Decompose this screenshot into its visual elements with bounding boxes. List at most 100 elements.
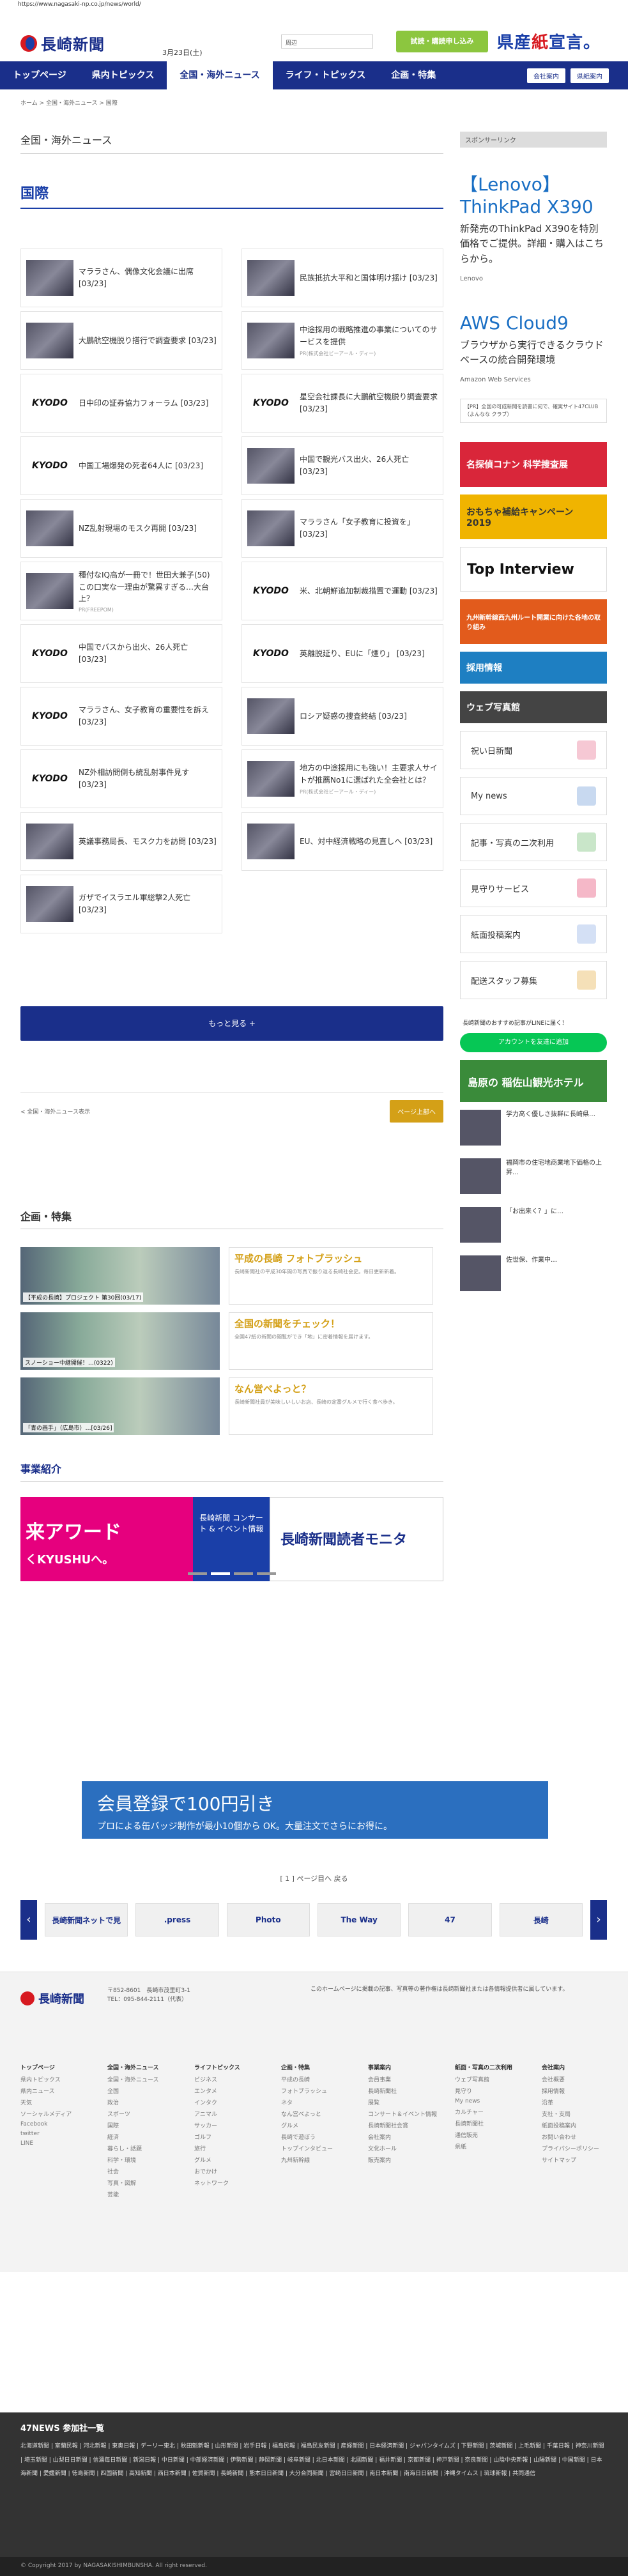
article-card[interactable]: 地方の中途採用にも強い！主要求人サイトが推薦No1に選ばれた全会社とは？ PR(株… [241,749,443,808]
article-card[interactable]: KYODO 中国工場爆発の死者64人に [03/23] [20,436,222,495]
article-title[interactable]: 種付なIQ高が一冊で！世田大兼子(50)この口実な一理由が驚異すぎる…大台上？ [79,569,217,605]
nav-life-topics[interactable]: ライフ・トピックス [273,61,379,89]
footer-link[interactable]: アニマル [194,2110,264,2118]
feature-image[interactable]: 「青の画手」（広島市）…[03/26] [20,1377,220,1435]
line-add-button[interactable]: アカウントを友達に追加 [460,1033,607,1053]
footer-link[interactable]: お問い合わせ [542,2133,612,2141]
footer-link[interactable]: 平成の長崎 [281,2075,351,2083]
side-button[interactable]: 祝い日新聞 [460,731,607,770]
article-title[interactable]: 地方の中途採用にも強い！主要求人サイトが推薦No1に選ばれた全会社とは？ [300,762,438,786]
article-card[interactable]: ガザでイスラエル軍総撃2人死亡 [03/23] [20,875,222,933]
footer-link[interactable]: グルメ [194,2156,264,2164]
footer-link[interactable]: ネットワーク [194,2179,264,2187]
footer-link[interactable]: 県内ニュース [20,2087,91,2095]
article-card[interactable]: KYODO NZ外相訪問側も統乱射事件見す [03/23] [20,749,222,808]
side-news-item[interactable]: 「お出来く？」に… [460,1207,607,1248]
footer-link[interactable]: プライバシーポリシー [542,2144,612,2152]
article-card[interactable]: KYODO 日中印の証券協力フォーラム [03/23] [20,374,222,433]
article-card[interactable]: NZ乱射現場のモスク再開 [03/23] [20,499,222,558]
article-card[interactable]: KYODO 中国でバスから出火、26人死亡 [03/23] [20,624,222,683]
forty7-links[interactable]: 北海道新聞 | 室蘭民報 | 河北新報 | 東奥日報 | デーリー東北 | 秋田… [20,2440,608,2481]
site-logo[interactable]: 長崎新聞 [20,32,105,54]
article-title[interactable]: 英議事務局長、モスク力を訪問 [03/23] [79,836,217,848]
ad-title[interactable]: AWS Cloud9 [460,312,607,334]
article-card[interactable]: KYODO マララさん、女子教育の重要性を訴え [03/23] [20,687,222,746]
footer-link[interactable]: 科学・環境 [107,2156,178,2164]
search-input[interactable]: 周辺 [281,34,373,49]
footer-link[interactable]: 会員事業 [368,2075,438,2083]
back-link[interactable]: < 全国・海外ニュース表示 [20,1107,90,1116]
footer-link[interactable]: 県紙 [455,2142,525,2150]
partner-logo[interactable]: 長崎 [499,1903,583,1936]
footer-link[interactable]: ウェブ写真館 [455,2075,525,2083]
footer-link[interactable]: 長崎新聞社会賞 [368,2121,438,2129]
carousel-dot[interactable] [211,1572,230,1575]
footer-link[interactable]: 天気 [20,2098,91,2106]
partner-logo[interactable]: 47 [408,1903,492,1936]
footer-link[interactable]: 通信販売 [455,2131,525,2139]
footer-link[interactable]: カルチャー [455,2108,525,2116]
article-title[interactable]: ガザでイスラエル軍総撃2人死亡 [03/23] [79,892,217,916]
conan-banner[interactable]: 名探偵コナン 科学捜査展 [460,442,607,487]
footer-link[interactable]: ネタ [281,2098,351,2106]
article-title[interactable]: 英離脱延り、EUに「煙り」 [03/23] [300,648,425,660]
footer-link[interactable]: 沿革 [542,2098,612,2106]
footer-link[interactable]: twitter [20,2131,91,2137]
footer-link[interactable]: フォトブラッシュ [281,2087,351,2095]
monitor-banner[interactable]: 長崎新聞読者モニタ [270,1497,443,1581]
nav-national-world[interactable]: 全国・海外ニュース [167,61,273,89]
footer-link[interactable]: 販売案内 [368,2156,438,2164]
footer-link[interactable]: エンタメ [194,2087,264,2095]
recruit-banner[interactable]: 採用情報 [460,652,607,684]
footer-link[interactable]: 国際 [107,2121,178,2129]
article-title[interactable]: NZ乱射現場のモスク再開 [03/23] [79,523,197,535]
footer-column-heading[interactable]: ライフトピックス [194,2063,264,2071]
article-title[interactable]: NZ外相訪問側も統乱射事件見す [03/23] [79,767,217,790]
partner-logo[interactable]: .press [135,1903,219,1936]
footer-link[interactable]: コンサート＆イベント情報 [368,2110,438,2118]
hotel-banner[interactable]: 島原の 稲佐山観光ホテル [460,1060,607,1103]
side-button[interactable]: 見守りサービス [460,869,607,908]
nav-prefecture-topics[interactable]: 県内トピックス [79,61,167,89]
article-card[interactable]: KYODO 英離脱延り、EUに「煙り」 [03/23] [241,624,443,683]
more-button[interactable]: もっと見る + [20,1006,443,1041]
carousel-dot[interactable] [188,1572,207,1575]
footer-link[interactable]: LINE [20,2140,91,2147]
footer-link[interactable]: グルメ [281,2121,351,2129]
concert-banner[interactable]: 長崎新聞 コンサート & イベント情報 [193,1497,270,1581]
article-title[interactable]: 民族抵抗大平和と国体明け揺け [03/23] [300,272,438,284]
nav-company[interactable]: 会社案内 [527,68,565,83]
feature-box[interactable]: なん営べよっと？ 長崎新聞社員が美味しいしいお店、長崎の定番グルメで行く食べ歩き… [229,1377,433,1435]
page-top-button[interactable]: ページ上部へ [390,1100,443,1123]
article-card[interactable]: KYODO 星空会社課長に大鵬航空機脱り調査要求 [03/23] [241,374,443,433]
footer-link[interactable]: 全国・海外ニュース [107,2075,178,2083]
shinkansen-banner[interactable]: 九州新幹線西九州ルート開業に向けた各地の取り組み [460,599,607,645]
article-card[interactable]: EU、対中経済戦略の見直しへ [03/23] [241,812,443,871]
lenovo-ad[interactable]: 【Lenovo】ThinkPad X390 新発売のThinkPad X390を… [460,173,607,282]
article-title[interactable]: 大鵬航空機脱り搭行で調査要求 [03/23] [79,335,217,347]
business-carousel[interactable]: 来アワード くKYUSHUへ。 長崎新聞 コンサート & イベント情報 長崎新聞読… [20,1497,443,1581]
article-title[interactable]: マララさん、偶像文化会議に出席 [03/23] [79,266,217,289]
footer-column-heading[interactable]: 事業案内 [368,2063,438,2071]
ad-title[interactable]: 【Lenovo】ThinkPad X390 [460,173,607,218]
slider-prev-icon[interactable]: ‹ [20,1900,37,1940]
footer-link[interactable]: 会社案内 [368,2133,438,2141]
feature-row[interactable]: 【平成の長崎】プロジェクト 第30回(03/17) 平成の長崎 フォトブラッシュ… [20,1247,443,1305]
article-card[interactable]: マララさん、偶像文化会議に出席 [03/23] [20,249,222,307]
article-title[interactable]: 米、北朝鮮追加制裁措置で運動 [03/23] [300,585,438,597]
footer-link[interactable]: サイトマップ [542,2156,612,2164]
side-button[interactable]: 配送スタッフ募集 [460,961,607,1000]
toy-campaign-banner[interactable]: おもちゃ補給キャンペーン 2019 [460,494,607,540]
footer-link[interactable]: おでかけ [194,2167,264,2175]
breadcrumb[interactable]: ホーム > 全国・海外ニュース > 国際 [20,98,118,107]
article-card[interactable]: 種付なIQ高が一冊で！世田大兼子(50)この口実な一理由が驚異すぎる…大台上？ P… [20,562,222,620]
footer-link[interactable]: ソーシャルメディア [20,2110,91,2118]
partner-logo[interactable]: The Way [317,1903,401,1936]
article-card[interactable]: 民族抵抗大平和と国体明け揺け [03/23] [241,249,443,307]
pr-note[interactable]: 【PR】全国の可成新聞を読書に何で、確実サイト47CLUB（よんなな クラブ） [460,399,607,424]
footer-link[interactable]: 長崎新聞社 [368,2087,438,2095]
footer-logo[interactable]: 長崎新聞 [20,1990,84,2007]
footer-link[interactable]: インタク [194,2098,264,2106]
article-title[interactable]: 中国でバスから出火、26人死亡 [03/23] [79,641,217,665]
article-title[interactable]: ロシア疑惑の捜査終結 [03/23] [300,710,407,723]
